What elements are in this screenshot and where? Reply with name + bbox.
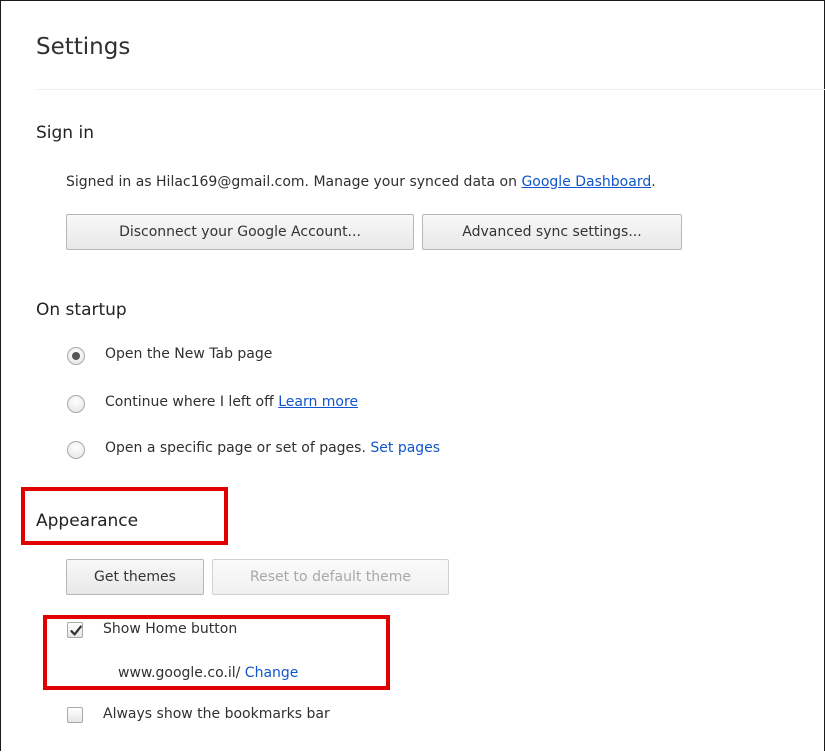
appearance-heading: Appearance [36,511,139,531]
get-themes-button[interactable]: Get themes [66,559,204,595]
bookmarks-bar-label: Always show the bookmarks bar [103,706,330,722]
radio-open-new-tab[interactable] [67,347,85,365]
reset-default-theme-button[interactable]: Reset to default theme [212,559,449,595]
google-dashboard-link[interactable]: Google Dashboard [521,174,651,190]
signed-in-suffix: . [651,174,656,190]
home-url-text: www.google.co.il/ [118,665,241,681]
radio-selected-dot [72,352,80,360]
open-new-tab-label: Open the New Tab page [105,346,273,362]
learn-more-link[interactable]: Learn more [278,394,358,410]
disconnect-account-button[interactable]: Disconnect your Google Account... [66,214,414,250]
open-specific-pages-row: Open a specific page or set of pages. Se… [105,440,440,456]
show-home-button-checkbox[interactable] [67,622,83,638]
set-pages-link[interactable]: Set pages [370,440,440,456]
continue-where-left-off-label: Continue where I left off [105,394,274,410]
on-startup-heading: On startup [36,300,127,320]
title-divider [36,89,825,90]
open-specific-pages-label: Open a specific page or set of pages. [105,440,366,456]
signed-in-text: Signed in as Hilac169@gmail.com. Manage … [66,174,522,190]
change-home-url-link[interactable]: Change [245,665,299,681]
radio-continue-where-left-off[interactable] [67,395,85,413]
show-home-button-label: Show Home button [103,621,238,637]
checkmark-icon [70,625,82,636]
page-title: Settings [36,34,131,60]
sign-in-heading: Sign in [36,123,94,143]
bookmarks-bar-checkbox[interactable] [67,707,83,723]
continue-where-left-off-row: Continue where I left off Learn more [105,394,358,410]
home-url-row: www.google.co.il/ Change [118,665,298,681]
radio-open-specific-pages[interactable] [67,441,85,459]
signed-in-status: Signed in as Hilac169@gmail.com. Manage … [66,174,656,190]
advanced-sync-settings-button[interactable]: Advanced sync settings... [422,214,682,250]
